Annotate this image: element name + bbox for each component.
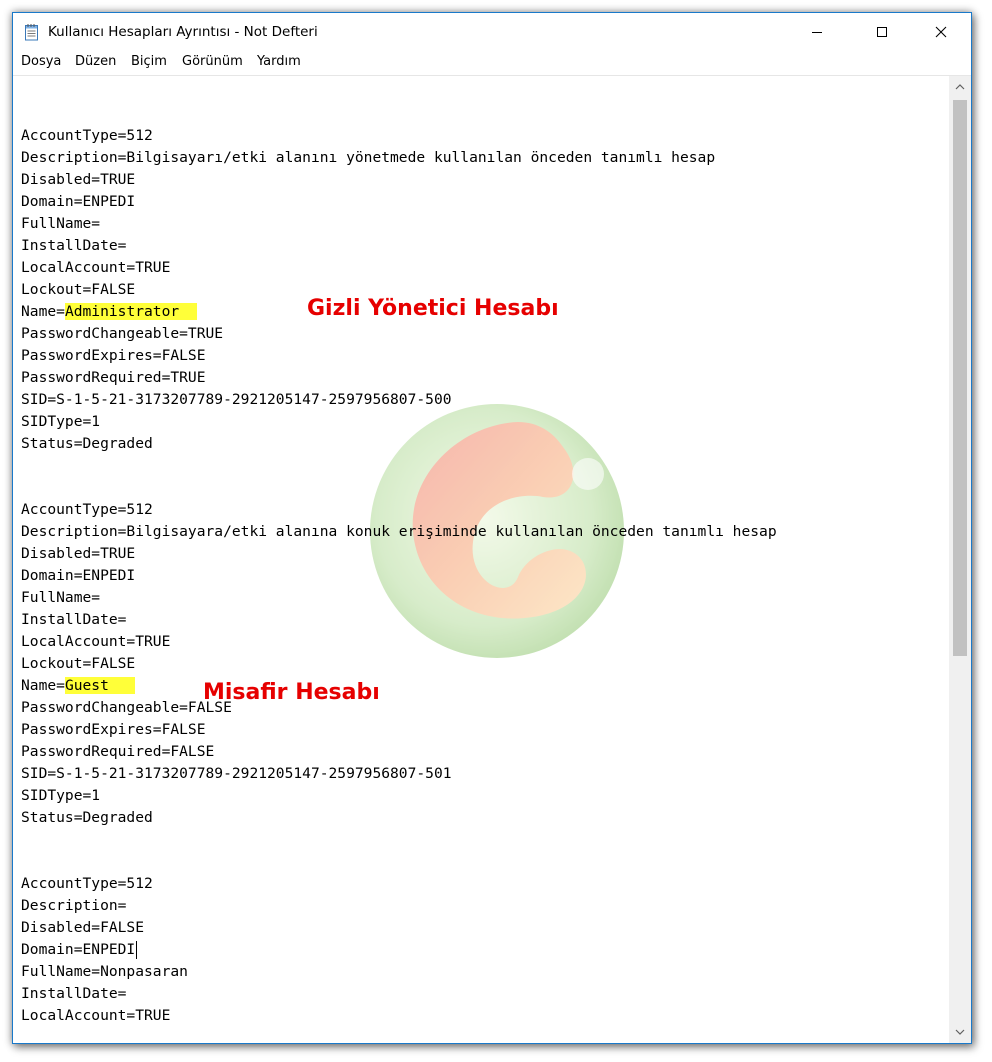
scroll-up-button[interactable] bbox=[949, 76, 971, 98]
notepad-window: Kullanıcı Hesapları Ayrıntısı - Not Deft… bbox=[12, 12, 972, 1044]
name-value: Guest bbox=[64, 677, 109, 694]
text-line: Status=Degraded bbox=[21, 809, 153, 826]
text-line: AccountType=512 bbox=[21, 875, 153, 892]
text-line: SIDType=1 bbox=[21, 413, 101, 430]
maximize-button[interactable] bbox=[859, 13, 905, 51]
text-line: Lockout=FALSE bbox=[21, 655, 136, 672]
menu-format[interactable]: Biçim bbox=[131, 54, 167, 69]
text-line: LocalAccount=TRUE bbox=[21, 259, 171, 276]
chevron-up-icon bbox=[955, 84, 965, 90]
text-line: SID=S-1-5-21-3173207789-2921205147-25979… bbox=[21, 391, 452, 408]
close-icon bbox=[935, 26, 947, 38]
text-line: Disabled=TRUE bbox=[21, 171, 136, 188]
chevron-down-icon bbox=[955, 1029, 965, 1035]
text-line: Disabled=TRUE bbox=[21, 545, 136, 562]
text-line: PasswordExpires=FALSE bbox=[21, 721, 206, 738]
scroll-down-button[interactable] bbox=[949, 1021, 971, 1043]
notepad-icon bbox=[24, 23, 40, 41]
scrollbar-thumb[interactable] bbox=[953, 100, 967, 656]
text-caret bbox=[136, 941, 138, 959]
text-line: LocalAccount=TRUE bbox=[21, 633, 171, 650]
text-line: Description=Bilgisayara/etki alanına kon… bbox=[21, 523, 777, 540]
menu-bar: Dosya Düzen Biçim Görünüm Yardım bbox=[13, 51, 971, 76]
highlighted-name-guest: Guest bbox=[64, 677, 136, 694]
menu-help[interactable]: Yardım bbox=[257, 54, 301, 69]
name-line-guest: Name=Guest bbox=[21, 675, 777, 697]
maximize-icon bbox=[877, 27, 887, 37]
text-line: Status=Degraded bbox=[21, 435, 153, 452]
name-value: Administrator bbox=[64, 303, 180, 320]
window-title: Kullanıcı Hesapları Ayrıntısı - Not Deft… bbox=[48, 24, 318, 40]
document-text: AccountType=512 Description=Bilgisayarı/… bbox=[21, 125, 777, 1027]
text-line: SIDType=1 bbox=[21, 787, 101, 804]
text-line: FullName= bbox=[21, 215, 101, 232]
text-line: LocalAccount=TRUE bbox=[21, 1007, 171, 1024]
text-line: Description= bbox=[21, 897, 127, 914]
text-line: PasswordRequired=FALSE bbox=[21, 743, 215, 760]
text-line: FullName= bbox=[21, 589, 101, 606]
text-line: PasswordExpires=FALSE bbox=[21, 347, 206, 364]
highlighted-name-administrator: Administrator bbox=[64, 303, 197, 320]
text-line: InstallDate= bbox=[21, 611, 127, 628]
text-line: Domain=ENPEDI bbox=[21, 941, 136, 958]
text-line: PasswordChangeable=FALSE bbox=[21, 699, 232, 716]
annotation-hidden-admin: Gizli Yönetici Hesabı bbox=[307, 296, 559, 321]
minimize-button[interactable] bbox=[794, 13, 840, 51]
text-line: FullName=Nonpasaran bbox=[21, 963, 188, 980]
close-button[interactable] bbox=[918, 13, 964, 51]
annotation-guest: Misafir Hesabı bbox=[203, 680, 380, 705]
text-line: AccountType=512 bbox=[21, 127, 153, 144]
text-line: InstallDate= bbox=[21, 985, 127, 1002]
name-key: Name= bbox=[21, 677, 65, 694]
name-key: Name= bbox=[21, 303, 65, 320]
minimize-icon bbox=[812, 32, 822, 33]
text-editor[interactable]: AccountType=512 Description=Bilgisayarı/… bbox=[13, 76, 949, 1043]
text-line: PasswordChangeable=TRUE bbox=[21, 325, 224, 342]
text-line: SID=S-1-5-21-3173207789-2921205147-25979… bbox=[21, 765, 452, 782]
text-line: InstallDate= bbox=[21, 237, 127, 254]
text-line: Domain=ENPEDI bbox=[21, 193, 136, 210]
title-bar[interactable]: Kullanıcı Hesapları Ayrıntısı - Not Deft… bbox=[13, 13, 971, 51]
text-line: AccountType=512 bbox=[21, 501, 153, 518]
text-line: Description=Bilgisayarı/etki alanını yön… bbox=[21, 149, 716, 166]
menu-view[interactable]: Görünüm bbox=[182, 54, 243, 69]
domain-line-with-caret: Domain=ENPEDI bbox=[21, 939, 777, 961]
vertical-scrollbar[interactable] bbox=[949, 76, 971, 1043]
menu-file[interactable]: Dosya bbox=[21, 54, 61, 69]
text-line: PasswordRequired=TRUE bbox=[21, 369, 206, 386]
text-line: Domain=ENPEDI bbox=[21, 567, 136, 584]
menu-edit[interactable]: Düzen bbox=[75, 54, 116, 69]
text-line: Disabled=FALSE bbox=[21, 919, 145, 936]
